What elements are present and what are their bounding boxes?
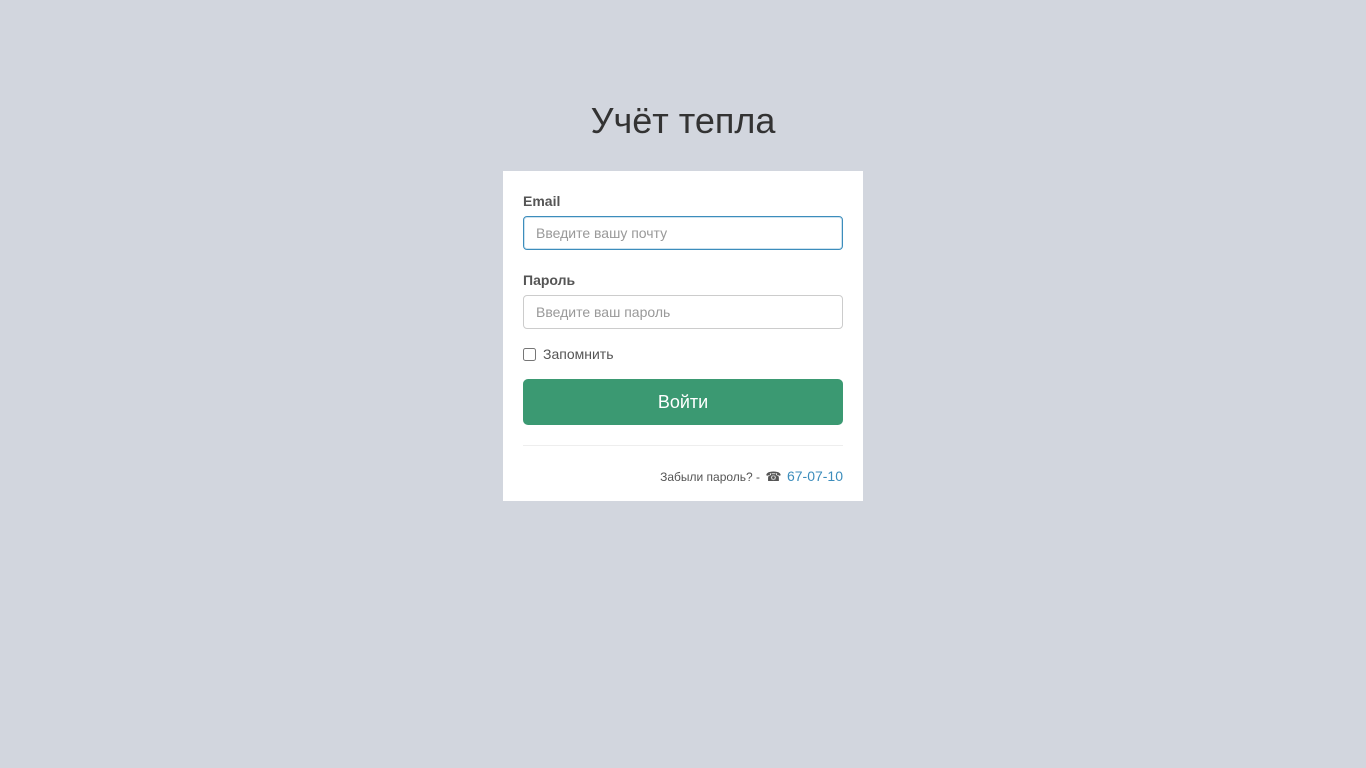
phone-icon: ☎: [765, 469, 782, 484]
password-group: Пароль: [523, 270, 843, 329]
login-page: Учёт тепла Email Пароль Запомнить Войти …: [0, 0, 1366, 768]
remember-checkbox[interactable]: [523, 347, 536, 361]
forgot-password-row: Забыли пароль? - ☎ 67-07-10: [523, 466, 843, 487]
divider: [523, 445, 843, 446]
login-button[interactable]: Войти: [523, 379, 843, 425]
login-box: Email Пароль Запомнить Войти Забыли паро…: [503, 171, 863, 501]
page-title: Учёт тепла: [590, 100, 776, 141]
password-field[interactable]: [523, 295, 843, 329]
remember-row: Запомнить: [523, 344, 843, 364]
forgot-password-text: Забыли пароль? -: [660, 470, 761, 484]
password-label: Пароль: [523, 272, 576, 288]
phone-link[interactable]: 67-07-10: [787, 468, 843, 484]
email-label: Email: [523, 193, 561, 209]
email-group: Email: [523, 191, 843, 250]
email-field[interactable]: [523, 216, 843, 250]
remember-label[interactable]: Запомнить: [543, 344, 614, 364]
